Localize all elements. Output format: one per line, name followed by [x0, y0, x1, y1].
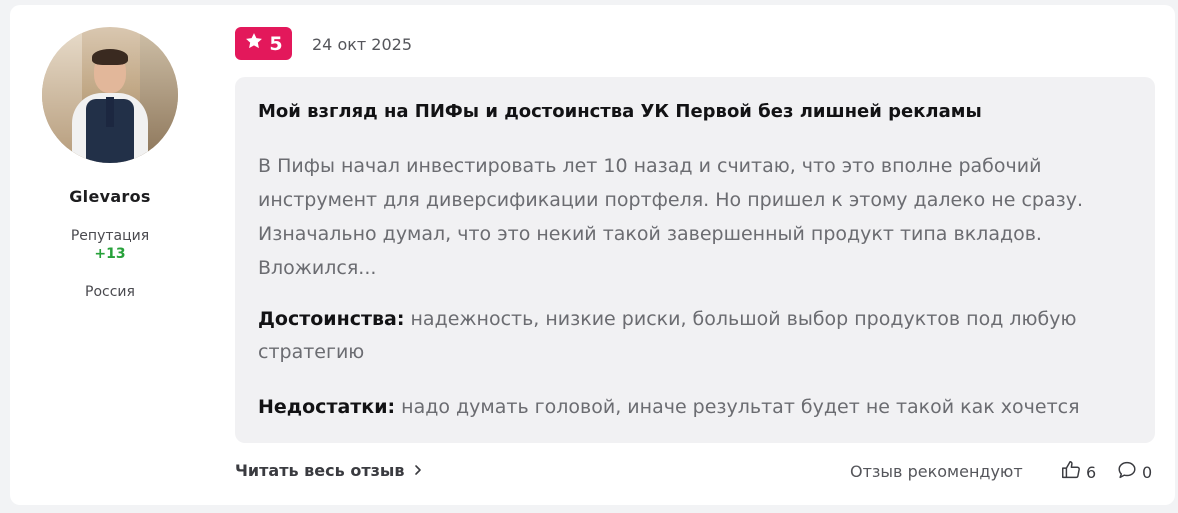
comment-icon — [1116, 459, 1138, 485]
recommend-label: Отзыв рекомендуют — [850, 462, 1023, 481]
comments-button[interactable]: 0 — [1116, 459, 1152, 485]
star-icon — [244, 31, 264, 56]
like-button[interactable]: 6 — [1060, 459, 1096, 485]
chevron-right-icon — [412, 461, 424, 480]
cons-text: надо думать головой, иначе результат буд… — [395, 396, 1080, 418]
likes-count: 6 — [1086, 462, 1097, 482]
avatar[interactable] — [42, 27, 178, 163]
review-pros: Достоинства: надежность, низкие риски, б… — [258, 303, 1138, 369]
review-card: Glevaros Репутация +13 Россия 5 24 окт 2… — [10, 5, 1175, 505]
review-cons: Недостатки: надо думать головой, иначе р… — [258, 391, 1138, 424]
reputation-label: Репутация — [70, 228, 150, 244]
cons-label: Недостатки: — [258, 396, 396, 418]
comments-count: 0 — [1142, 462, 1153, 482]
reputation-value: +13 — [94, 246, 126, 262]
pros-label: Достоинства: — [258, 308, 405, 330]
review-date: 24 окт 2025 — [312, 35, 413, 54]
thumbs-up-icon — [1060, 459, 1082, 485]
review-text: В Пифы начал инвестировать лет 10 назад … — [258, 155, 1083, 279]
author-country: Россия — [85, 284, 135, 300]
author-username[interactable]: Glevaros — [40, 187, 180, 206]
review-body[interactable]: Мой взгляд на ПИФы и достоинства УК Перв… — [235, 77, 1155, 443]
rating-badge: 5 — [235, 27, 292, 60]
read-full-review-link[interactable]: Читать весь отзыв — [235, 461, 424, 480]
read-more-label: Читать весь отзыв — [235, 461, 405, 480]
author-panel: Glevaros Репутация +13 Россия — [40, 27, 180, 300]
rating-value: 5 — [269, 32, 283, 55]
review-title[interactable]: Мой взгляд на ПИФы и достоинства УК Перв… — [258, 101, 982, 122]
